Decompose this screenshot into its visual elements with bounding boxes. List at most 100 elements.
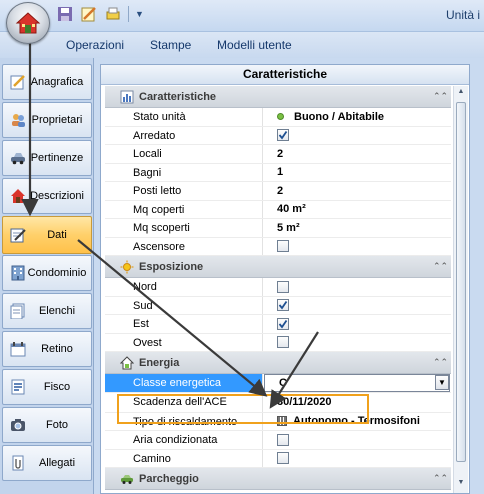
property-label: Nord bbox=[105, 278, 263, 296]
property-value[interactable]: 30/11/2020 bbox=[263, 393, 451, 412]
quick-access-toolbar: ▼ bbox=[56, 5, 144, 23]
property-row[interactable]: Stato unità Buono / Abitabile bbox=[105, 108, 451, 127]
ribbon-tabs: Operazioni Stampe Modelli utente bbox=[0, 32, 484, 58]
property-row[interactable]: Arredato bbox=[105, 126, 451, 145]
nord-checkbox[interactable] bbox=[277, 280, 289, 293]
property-label: Sud bbox=[105, 296, 263, 314]
category-caratteristiche[interactable]: Caratteristiche ⌃⌃ bbox=[105, 86, 451, 108]
property-label: Camino bbox=[105, 449, 263, 467]
tab-stampe[interactable]: Stampe bbox=[150, 38, 191, 52]
property-grid: Caratteristiche ⌃⌃ Stato unità Buono / A… bbox=[105, 86, 451, 490]
edit-icon[interactable] bbox=[80, 5, 98, 23]
category-title: Energia bbox=[139, 356, 180, 369]
sidebar-item-allegati[interactable]: Allegati bbox=[2, 445, 92, 481]
edit-icon bbox=[9, 73, 27, 91]
calendar-icon bbox=[9, 340, 27, 358]
property-value[interactable]: 1 bbox=[263, 164, 451, 182]
scroll-thumb[interactable] bbox=[456, 102, 466, 462]
sidebar-item-proprietari[interactable]: Proprietari bbox=[2, 102, 92, 138]
sidebar-item-foto[interactable]: Foto bbox=[2, 407, 92, 443]
customize-toolbar-icon[interactable]: ▼ bbox=[135, 9, 144, 19]
sidebar-item-pertinenze[interactable]: Pertinenze bbox=[2, 140, 92, 176]
scroll-down-icon[interactable]: ▼ bbox=[455, 479, 467, 491]
property-label: Classe energetica bbox=[105, 374, 263, 392]
checkmark-icon bbox=[278, 319, 288, 329]
property-value[interactable]: Autonomo - Termosifoni bbox=[263, 413, 451, 431]
property-value[interactable]: Buono / Abitabile bbox=[263, 108, 451, 126]
collapse-icon[interactable]: ⌃⌃ bbox=[433, 472, 448, 486]
property-row[interactable]: Classe energetica C ▼ bbox=[105, 374, 451, 393]
property-label: Scadenza dell'ACE bbox=[105, 392, 263, 412]
property-row[interactable]: Est bbox=[105, 315, 451, 334]
sidebar-item-label: Proprietari bbox=[31, 114, 83, 126]
est-checkbox[interactable] bbox=[277, 317, 289, 330]
aria-condizionata-checkbox[interactable] bbox=[277, 433, 289, 446]
ascensore-checkbox[interactable] bbox=[277, 240, 289, 253]
sidebar-item-condominio[interactable]: Condominio bbox=[2, 255, 92, 291]
sun-icon bbox=[119, 259, 135, 275]
print-icon[interactable] bbox=[104, 5, 122, 23]
property-row[interactable]: Mq scoperti 5 m² bbox=[105, 219, 451, 238]
vertical-scrollbar[interactable]: ▲ ▼ bbox=[453, 86, 468, 493]
chart-icon bbox=[119, 89, 135, 105]
property-row[interactable]: Nord bbox=[105, 278, 451, 297]
dropdown-arrow-icon[interactable]: ▼ bbox=[435, 375, 449, 390]
arredato-checkbox[interactable] bbox=[277, 129, 289, 142]
category-parcheggio[interactable]: Parcheggio ⌃⌃ bbox=[105, 468, 451, 490]
collapse-icon[interactable]: ⌃⌃ bbox=[433, 260, 448, 274]
house-icon bbox=[9, 187, 27, 205]
property-row[interactable]: Mq coperti 40 m² bbox=[105, 200, 451, 219]
app-menu-button[interactable] bbox=[6, 2, 50, 44]
sud-checkbox[interactable] bbox=[277, 299, 289, 312]
sidebar: Anagrafica Proprietari Pertinenze Descri… bbox=[0, 58, 94, 494]
property-row[interactable]: Aria condizionata bbox=[105, 431, 451, 450]
property-label: Ovest bbox=[105, 333, 263, 351]
fisco-icon bbox=[9, 378, 27, 396]
property-label: Tipo di riscaldamento bbox=[105, 412, 263, 430]
list-icon bbox=[9, 302, 27, 320]
property-row[interactable]: Posti letto 2 bbox=[105, 182, 451, 201]
property-value[interactable]: 5 m² bbox=[263, 219, 451, 237]
sidebar-item-fisco[interactable]: Fisco bbox=[2, 369, 92, 405]
property-value[interactable]: 2 bbox=[263, 145, 451, 163]
collapse-icon[interactable]: ⌃⌃ bbox=[433, 90, 448, 104]
attachment-icon bbox=[9, 454, 27, 472]
toolbar-separator bbox=[128, 6, 129, 22]
people-icon bbox=[9, 111, 27, 129]
category-title: Esposizione bbox=[139, 260, 204, 273]
checkmark-icon bbox=[278, 301, 288, 310]
property-row[interactable]: Locali 2 bbox=[105, 145, 451, 164]
category-title: Parcheggio bbox=[139, 472, 199, 485]
property-value[interactable]: 40 m² bbox=[263, 201, 451, 219]
car-icon bbox=[9, 149, 27, 167]
sidebar-item-anagrafica[interactable]: Anagrafica bbox=[2, 64, 92, 100]
sidebar-item-label: Elenchi bbox=[38, 305, 76, 317]
property-label: Bagni bbox=[105, 163, 263, 181]
property-value[interactable]: 2 bbox=[263, 182, 451, 200]
save-icon[interactable] bbox=[56, 5, 74, 23]
tab-modelli-utente[interactable]: Modelli utente bbox=[217, 38, 292, 52]
ovest-checkbox[interactable] bbox=[277, 336, 289, 349]
car-icon bbox=[119, 471, 135, 487]
sidebar-item-descrizioni[interactable]: Descrizioni bbox=[2, 178, 92, 214]
building-icon bbox=[9, 264, 27, 282]
property-row[interactable]: Scadenza dell'ACE 30/11/2020 bbox=[105, 392, 451, 413]
collapse-icon[interactable]: ⌃⌃ bbox=[433, 356, 448, 370]
property-row[interactable]: Camino bbox=[105, 449, 451, 468]
property-row[interactable]: Ascensore bbox=[105, 237, 451, 256]
property-label: Stato unità bbox=[105, 108, 263, 126]
property-row[interactable]: Sud bbox=[105, 296, 451, 315]
tab-operazioni[interactable]: Operazioni bbox=[66, 38, 124, 52]
classe-energetica-select[interactable]: C ▼ bbox=[264, 374, 450, 392]
category-esposizione[interactable]: Esposizione ⌃⌃ bbox=[105, 256, 451, 278]
sidebar-item-elenchi[interactable]: Elenchi bbox=[2, 293, 92, 329]
sidebar-item-retino[interactable]: Retino bbox=[2, 331, 92, 367]
category-energia[interactable]: Energia ⌃⌃ bbox=[105, 352, 451, 374]
scroll-up-icon[interactable]: ▲ bbox=[455, 88, 467, 100]
camino-checkbox[interactable] bbox=[277, 452, 289, 465]
property-row[interactable]: Ovest bbox=[105, 333, 451, 352]
property-row[interactable]: Tipo di riscaldamento Autonomo - Termosi… bbox=[105, 412, 451, 431]
sidebar-item-dati[interactable]: Dati bbox=[2, 216, 92, 254]
notepad-icon bbox=[9, 226, 27, 244]
property-row[interactable]: Bagni 1 bbox=[105, 163, 451, 182]
